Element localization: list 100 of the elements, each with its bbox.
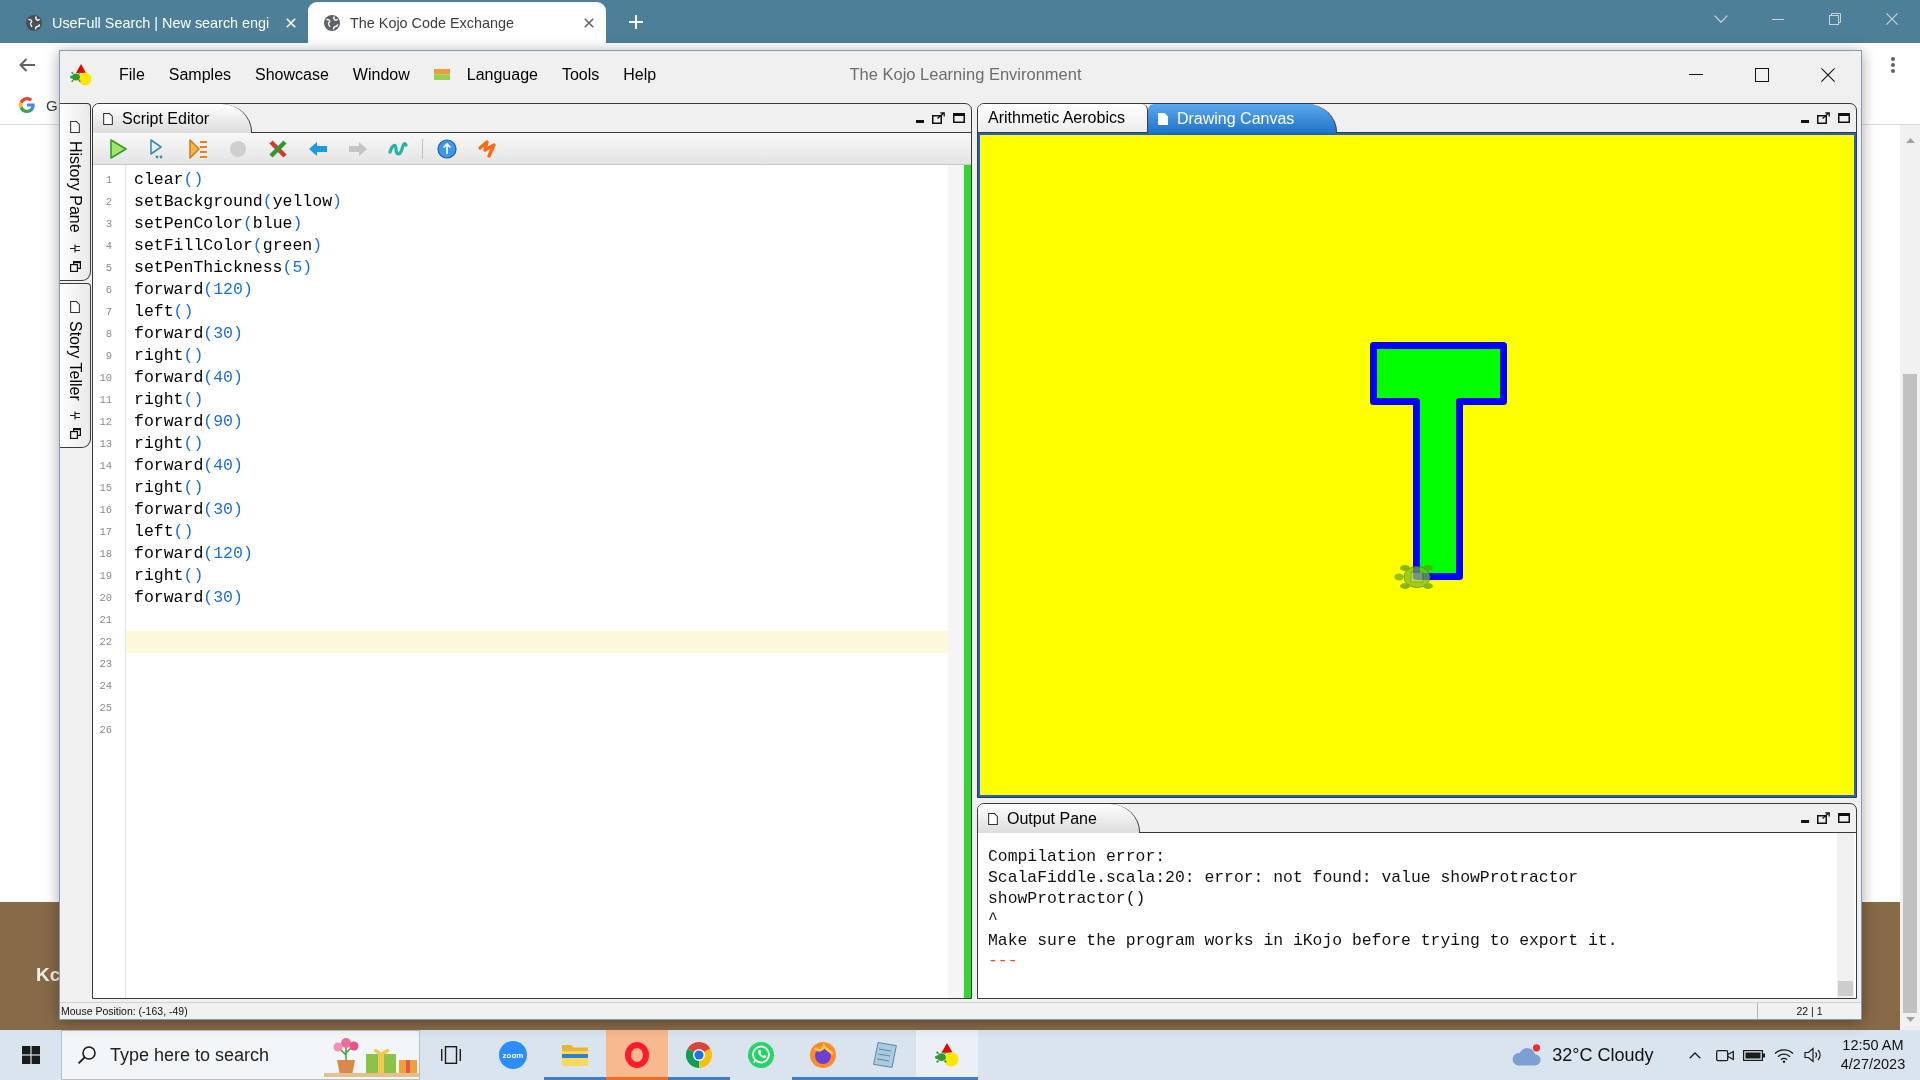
ring-icon (625, 1042, 649, 1068)
float-icon[interactable] (932, 112, 945, 124)
code-line: right() (134, 566, 204, 585)
close-icon[interactable] (584, 17, 594, 28)
minimize-icon[interactable] (1771, 18, 1784, 20)
code-line: left() (134, 522, 194, 541)
menu-item[interactable]: Window (340, 59, 422, 90)
turtle-icon (1394, 565, 1433, 589)
task-view-icon[interactable] (441, 1046, 461, 1064)
maximize-icon[interactable] (1838, 113, 1850, 123)
menu-item[interactable]: Showcase (243, 59, 341, 90)
line-number: 14 (98, 459, 112, 474)
zigzag-icon[interactable] (477, 138, 497, 159)
line-number: 10 (98, 371, 112, 386)
scrollbar-thumb[interactable] (1838, 981, 1853, 996)
camera-icon[interactable] (1715, 1048, 1734, 1062)
g-logo-icon (19, 97, 35, 113)
line-number: 5 (104, 261, 112, 276)
down-arrow-icon[interactable] (1905, 1017, 1915, 1022)
menu-item[interactable]: Help (611, 59, 669, 90)
code-line: forward(30) (134, 500, 243, 519)
cloud-icon (1511, 1044, 1542, 1066)
close-icon[interactable] (1821, 67, 1835, 82)
code-line: right() (134, 390, 204, 409)
line-number: 2 (104, 195, 112, 210)
globe-icon (324, 14, 340, 31)
window-title: The Kojo Learning Environment (849, 65, 1082, 84)
code-line: setFillColor(green) (134, 236, 323, 255)
output-line: Compilation error: (988, 847, 1167, 868)
output-line: --- (988, 951, 1019, 973)
battery-icon[interactable] (1743, 1049, 1766, 1061)
float-icon[interactable] (69, 260, 81, 272)
side-tab[interactable]: Story Teller (60, 282, 91, 449)
side-tab[interactable]: History Pane (60, 103, 91, 281)
line-number: 24 (98, 679, 112, 694)
start-icon[interactable] (21, 1046, 40, 1064)
output-tab[interactable]: Output Pane (978, 804, 1140, 833)
maximize-icon[interactable] (1755, 67, 1769, 82)
scrollbar-thumb[interactable] (1903, 374, 1917, 1013)
menu-item[interactable]: Samples (156, 59, 244, 90)
document-icon (988, 812, 998, 825)
maximize-icon[interactable] (1838, 813, 1850, 823)
panel-tab[interactable]: Arithmetic Aerobics (978, 104, 1148, 132)
caret-position-text: 22 | 1 (1757, 1003, 1861, 1019)
kebab-menu-icon[interactable] (1891, 56, 1895, 73)
cross-icon[interactable] (268, 138, 288, 159)
line-number: 15 (98, 481, 112, 496)
float-icon[interactable] (1817, 112, 1830, 124)
document-icon (70, 121, 80, 133)
search-field[interactable]: Type here to search (110, 1040, 310, 1070)
menu-item[interactable]: Language (421, 59, 550, 90)
float-icon[interactable] (1817, 812, 1830, 824)
scrollbar[interactable] (1900, 125, 1920, 1030)
pin-icon[interactable] (70, 411, 80, 421)
line-number: 23 (98, 657, 112, 672)
restore-icon[interactable] (1828, 13, 1841, 25)
search-box[interactable]: Type here to search (61, 1030, 420, 1080)
browser-tab[interactable]: UseFull Search | New search engi (10, 2, 308, 43)
app-logo-icon (70, 63, 92, 86)
play-list-icon[interactable] (188, 138, 208, 159)
mouse-position-text: Mouse Position: (-163, -49) (60, 1005, 188, 1017)
wifi-icon[interactable] (1773, 1047, 1794, 1063)
line-number: 25 (98, 701, 112, 716)
chevron-down-icon[interactable] (1713, 15, 1728, 23)
code-line: forward(30) (134, 324, 243, 343)
taskbar-button[interactable] (916, 1030, 978, 1080)
code-line: forward(40) (134, 368, 243, 387)
pin-icon[interactable] (70, 243, 80, 253)
flag-icon (433, 69, 450, 80)
line-number: 20 (98, 591, 112, 606)
line-number: 26 (98, 723, 112, 738)
chevron-up-icon[interactable] (1689, 1051, 1702, 1059)
flame-globe-icon (810, 1042, 836, 1068)
line-number: 7 (104, 305, 112, 320)
line-number: 17 (98, 525, 112, 540)
up-arrow-icon[interactable] (1905, 138, 1915, 143)
line-number: 9 (104, 349, 112, 364)
chat-bubble-icon (748, 1042, 774, 1068)
line-number: 13 (98, 437, 112, 452)
browser-tab[interactable]: The Kojo Code Exchange (308, 2, 606, 43)
back-arrow-icon[interactable] (19, 57, 35, 72)
up-arrow-circle-icon[interactable] (437, 138, 457, 159)
menu-item[interactable]: Tools (549, 59, 612, 90)
editor-tab[interactable]: Script Editor (93, 104, 253, 133)
bookmark[interactable]: G (19, 96, 58, 114)
weather-widget[interactable]: 32°C Cloudy (1511, 1044, 1654, 1066)
taskbar-button[interactable] (606, 1030, 668, 1080)
output-line: showProtractor() (988, 888, 1147, 910)
play-icon[interactable] (108, 138, 128, 159)
plus-icon[interactable] (629, 14, 643, 29)
menu-item[interactable]: File (107, 59, 157, 90)
banner-text: Kc (36, 964, 61, 985)
line-number: 3 (104, 217, 112, 232)
maximize-icon[interactable] (953, 113, 965, 123)
line-number: 22 (98, 635, 112, 650)
scrollbar[interactable] (948, 165, 964, 998)
volume-icon[interactable] (1804, 1047, 1823, 1063)
float-icon[interactable] (69, 428, 81, 440)
scrollbar[interactable] (1837, 833, 1854, 998)
line-number: 1 (104, 173, 112, 188)
